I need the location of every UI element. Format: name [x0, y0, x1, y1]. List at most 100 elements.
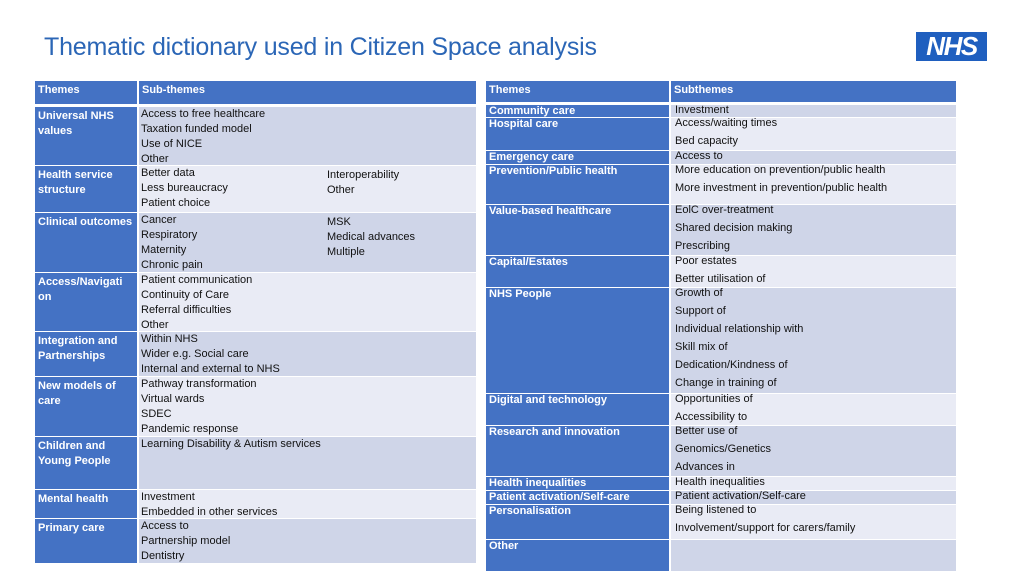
subtheme-item: Accessibility to: [675, 411, 748, 423]
table-row: Children and Young People Learning Disabi…: [35, 437, 476, 489]
subthemes-cell: Cancer Respiratory Maternity Chronic pain MS…: [139, 213, 476, 272]
theme-cell: Community care: [486, 105, 669, 117]
subtheme-item: Better use of: [675, 425, 738, 437]
subtheme-item: Continuity of Care: [141, 289, 230, 301]
subtheme-item: Access/waiting times: [675, 117, 778, 129]
subtheme-item: Prescribing: [675, 240, 731, 252]
table-row: New models of care Pathway transformation…: [35, 377, 476, 436]
table-row: Universal NHS values Access to free healt…: [35, 107, 476, 165]
theme-cell: Digital and technology: [486, 394, 669, 425]
subthemes-cell: Poor estates Better utilisation of: [671, 255, 956, 287]
subtheme-item: Advances in: [675, 461, 735, 473]
table-row: Clinical outcomes Cancer Respiratory Matern…: [35, 213, 476, 272]
right-table-header: Themes Subthemes: [486, 81, 956, 102]
subthemes-cell: Access to: [671, 150, 956, 164]
subtheme-item: Learning Disability & Autism services: [141, 438, 321, 450]
subtheme-item: MSK: [327, 216, 351, 228]
table-row: Health inequalities Health inequalities: [486, 476, 956, 490]
table-row: NHS People Growth of Support of Individual …: [486, 287, 956, 393]
theme-cell: Integration and Partnerships: [35, 332, 137, 376]
subtheme-item: Dentistry: [141, 550, 185, 562]
subtheme-item: Being listened to: [675, 504, 757, 516]
header-themes: Themes: [35, 81, 137, 104]
subthemes-cell: [671, 540, 956, 571]
subthemes-cell: EolC over-treatment Shared decision makin…: [671, 204, 956, 255]
subtheme-item: Access to: [675, 150, 723, 162]
header-themes: Themes: [486, 81, 669, 102]
subtheme-item: Virtual wards: [141, 393, 205, 405]
nhs-logo: NHS: [916, 32, 987, 61]
subtheme-item: More investment in prevention/public hea…: [675, 182, 888, 194]
subtheme-item: More education on prevention/public heal…: [675, 164, 886, 176]
subtheme-item: Partnership model: [141, 535, 231, 547]
subthemes-cell: Investment: [671, 104, 956, 117]
table-row: Prevention/Public health More education o…: [486, 164, 956, 204]
theme-cell: Children and Young People: [35, 437, 137, 489]
theme-cell: Personalisation: [486, 505, 669, 539]
table-row: Primary care Access to Partnership model De…: [35, 519, 476, 563]
subtheme-item: Maternity: [141, 244, 187, 256]
left-table-header: Themes Sub-themes: [35, 81, 476, 104]
subthemes-cell: Access to Partnership model Dentistry: [139, 519, 476, 563]
table-row: Other: [486, 540, 956, 571]
subtheme-item: Internal and external to NHS: [141, 363, 280, 375]
left-theme-table: Themes Sub-themes Universal NHS values Ac…: [35, 81, 476, 564]
subtheme-item: Other: [141, 319, 169, 331]
table-row: Integration and Partnerships Within NHS Wi…: [35, 332, 476, 376]
theme-cell: Mental health: [35, 490, 137, 518]
subtheme-item: Individual relationship with: [675, 323, 804, 335]
subtheme-item: Pandemic response: [141, 423, 239, 435]
theme-cell: New models of care: [35, 377, 137, 436]
subthemes-cell: Patient communication Continuity of Care R…: [139, 273, 476, 331]
subtheme-item: Access to: [141, 520, 189, 532]
subtheme-item: Dedication/Kindness of: [675, 359, 788, 371]
theme-cell: Emergency care: [486, 151, 669, 164]
theme-cell: Capital/Estates: [486, 256, 669, 287]
theme-cell: Hospital care: [486, 118, 669, 150]
subtheme-item: Support of: [675, 305, 726, 317]
table-row: Community care Investment: [486, 104, 956, 117]
theme-cell: Value-based healthcare: [486, 205, 669, 255]
header-sub-themes: Sub-themes: [139, 81, 476, 104]
subtheme-item: Change in training of: [675, 377, 777, 389]
theme-cell: Prevention/Public health: [486, 165, 669, 204]
subthemes-cell: Being listened to Involvement/support for…: [671, 504, 956, 539]
subtheme-item: Patient choice: [141, 197, 211, 209]
subtheme-item: Opportunities of: [675, 393, 753, 405]
subthemes-cell: Health inequalities: [671, 476, 956, 490]
subthemes-cell: Pathway transformation Virtual wards SDEC P…: [139, 377, 476, 436]
subtheme-item: Use of NICE: [141, 138, 203, 150]
table-row: Health service structure Better data Less …: [35, 166, 476, 212]
subtheme-item: Poor estates: [675, 255, 737, 267]
subtheme-item: Genomics/Genetics: [675, 443, 771, 455]
theme-cell: Health inequalities: [486, 477, 669, 490]
subtheme-item: EolC over-treatment: [675, 204, 774, 216]
subtheme-item: Bed capacity: [675, 135, 738, 147]
subtheme-item: Embedded in other services: [141, 506, 278, 518]
table-row: Mental health Investment Embedded in other…: [35, 490, 476, 518]
subtheme-item: Health inequalities: [675, 476, 765, 488]
theme-cell: Access/Navigati on: [35, 273, 137, 331]
theme-cell: NHS People: [486, 288, 669, 393]
subtheme-item: Involvement/support for carers/family: [675, 522, 856, 534]
subtheme-item: Pathway transformation: [141, 378, 257, 390]
subtheme-item: Medical advances: [327, 231, 416, 243]
subtheme-item: Cancer: [141, 214, 177, 226]
subthemes-cell: Investment Embedded in other services: [139, 490, 476, 518]
theme-cell: Primary care: [35, 519, 137, 563]
subtheme-item: Chronic pain: [141, 259, 203, 271]
subtheme-item: Better utilisation of: [675, 273, 766, 285]
table-row: Research and innovation Better use of Geno…: [486, 425, 956, 476]
right-theme-table: Themes Subthemes Community care Investmen…: [486, 81, 956, 572]
subtheme-item: Other: [141, 153, 169, 165]
theme-cell: Research and innovation: [486, 426, 669, 476]
table-row: Patient activation/Self-care Patient acti…: [486, 490, 956, 504]
subtheme-item: Investment: [675, 104, 729, 116]
subtheme-item: Other: [327, 184, 355, 196]
subtheme-item: Better data: [141, 167, 195, 179]
table-row: Personalisation Being listened to Involvem…: [486, 504, 956, 539]
subthemes-cell: Learning Disability & Autism services: [139, 437, 476, 489]
subthemes-cell: Access to free healthcare Taxation funded…: [139, 107, 476, 165]
subtheme-item: SDEC: [141, 408, 172, 420]
table-row: Emergency care Access to: [486, 150, 956, 164]
